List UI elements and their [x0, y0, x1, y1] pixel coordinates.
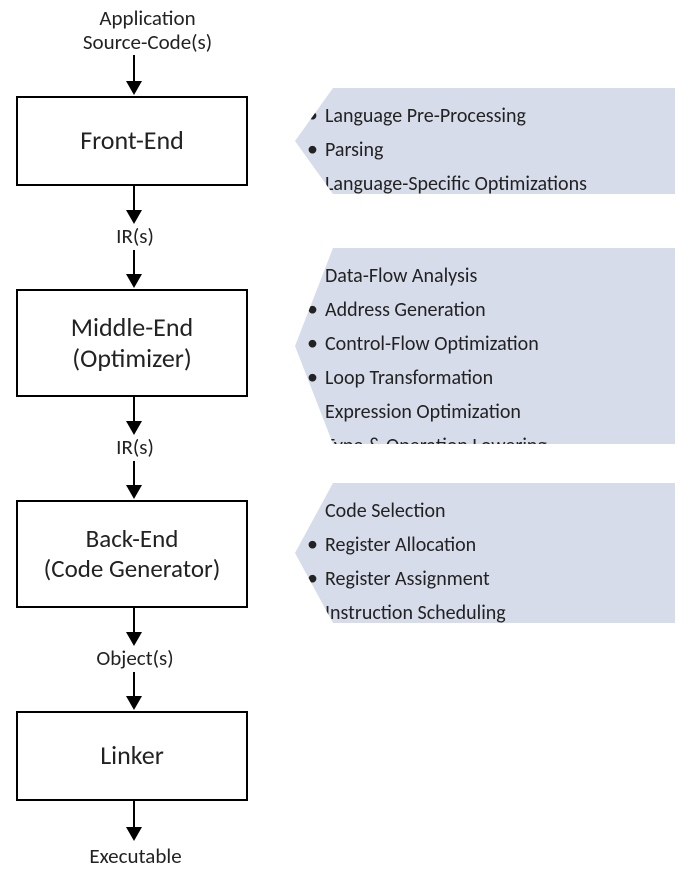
label-ir-2: IR(s) — [110, 435, 160, 459]
callout-middle-end: Data-Flow Analysis Address Generation Co… — [295, 248, 675, 444]
arrow-objects-to-linker — [133, 672, 135, 698]
list-item: Parsing — [325, 132, 657, 166]
callout-front-end-list: Language Pre-Processing Parsing Language… — [295, 88, 675, 210]
arrow-source-to-frontend — [133, 55, 135, 83]
callout-back-end-list: Code Selection Register Allocation Regis… — [295, 483, 675, 639]
arrow-middleend-to-ir2 — [133, 397, 135, 423]
stage-middle-end-label: Middle-End (Optimizer) — [71, 312, 193, 374]
arrow-linker-to-executable — [133, 801, 135, 829]
arrowhead-ir1-to-middleend — [126, 274, 142, 288]
label-ir-1: IR(s) — [110, 224, 160, 248]
list-item: Code Selection — [325, 493, 657, 527]
list-item: Address Generation — [325, 292, 657, 326]
arrowhead-backend-to-objects — [126, 632, 142, 646]
arrowhead-middleend-to-ir2 — [126, 421, 142, 435]
diagram-canvas: Application Source-Code(s) Front-End Lan… — [0, 0, 685, 881]
arrow-ir2-to-backend — [133, 461, 135, 487]
callout-middle-end-list: Data-Flow Analysis Address Generation Co… — [295, 248, 675, 473]
stage-linker-label: Linker — [100, 740, 164, 771]
list-item: Language-Specific Optimizations — [325, 166, 657, 200]
label-executable: Executable — [78, 844, 193, 868]
arrow-ir1-to-middleend — [133, 250, 135, 276]
arrow-frontend-to-ir1 — [133, 186, 135, 212]
callout-front-end: Language Pre-Processing Parsing Language… — [295, 88, 675, 194]
stage-linker: Linker — [16, 711, 248, 801]
arrowhead-ir2-to-backend — [126, 485, 142, 499]
list-item: Register Allocation — [325, 527, 657, 561]
stage-back-end: Back-End (Code Generator) — [16, 500, 248, 608]
callout-back-end: Code Selection Register Allocation Regis… — [295, 483, 675, 623]
arrowhead-source-to-frontend — [126, 81, 142, 95]
arrowhead-objects-to-linker — [126, 696, 142, 710]
list-item: Control-Flow Optimization — [325, 326, 657, 360]
list-item: Instruction Scheduling — [325, 595, 657, 629]
list-item: Language Pre-Processing — [325, 98, 657, 132]
stage-middle-end: Middle-End (Optimizer) — [16, 289, 248, 397]
label-objects: Object(s) — [80, 646, 190, 670]
list-item: Register Assignment — [325, 561, 657, 595]
arrow-backend-to-objects — [133, 608, 135, 634]
stage-front-end: Front-End — [16, 96, 248, 186]
list-item: Type & Operation Lowering — [325, 428, 657, 462]
stage-front-end-label: Front-End — [80, 125, 184, 156]
arrowhead-linker-to-executable — [126, 827, 142, 841]
stage-back-end-label: Back-End (Code Generator) — [44, 524, 221, 584]
list-item: Data-Flow Analysis — [325, 258, 657, 292]
list-item: Loop Transformation — [325, 360, 657, 394]
label-application-source: Application Source-Code(s) — [50, 6, 245, 54]
arrowhead-frontend-to-ir1 — [126, 210, 142, 224]
list-item: Expression Optimization — [325, 394, 657, 428]
